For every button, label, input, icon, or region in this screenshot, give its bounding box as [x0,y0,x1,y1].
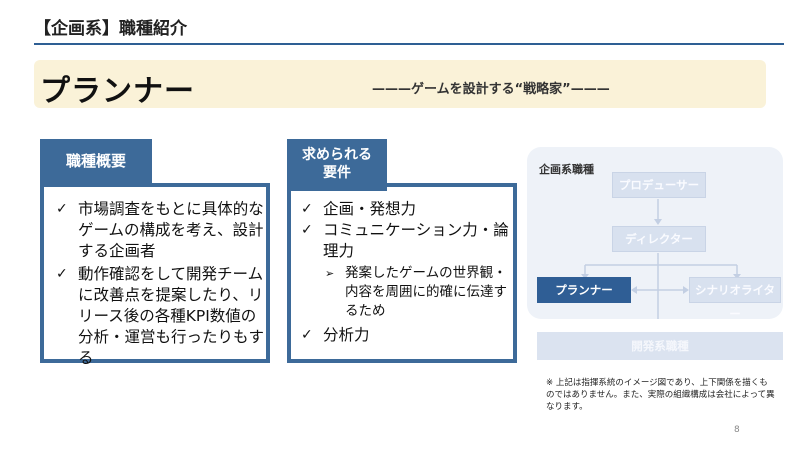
requirement-subitem-text: 発案したゲームの世界観・内容を周囲に的確に伝達するため [345,265,507,319]
overview-item-text: 市場調査をもとに具体的なゲームの構成を考え、設計する企画者 [78,200,264,260]
banner-title: プランナー [40,74,195,109]
overview-item: ✓ 市場調査をもとに具体的なゲームの構成を考え、設計する企画者 [56,199,264,262]
org-node-producer: プロデューサー [612,172,706,198]
org-node-planner: プランナー [537,277,631,303]
checkmark-icon: ✓ [56,266,68,282]
requirement-item: ✓ 分析力 [301,325,513,346]
header-divider [34,43,784,45]
requirement-item: ✓ 企画・発想力 [301,199,513,220]
requirements-card: ✓ 企画・発想力 ✓ コミュニケーション力・論理力 ➢ 発案したゲームの世界観・内容を… [287,183,517,363]
org-chart: 企画系職種 プロデューサー ディレクター プランナー シナリオライター [527,147,783,321]
requirement-item-text: コミュニケーション力・論理力 [323,221,509,260]
overview-list: ✓ 市場調査をもとに具体的なゲームの構成を考え、設計する企画者 ✓ 動作確認をして開… [56,199,264,371]
requirements-list: ✓ 企画・発想力 ✓ コミュニケーション力・論理力 ➢ 発案したゲームの世界観・内容を… [301,199,513,346]
overview-card: ✓ 市場調査をもとに具体的なゲームの構成を考え、設計する企画者 ✓ 動作確認をして開… [40,183,270,367]
overview-item: ✓ 動作確認をして開発チームに改善点を提案したり、リリース後の各種KPI数値の分析… [56,264,264,369]
title-banner: プランナー ———ゲームを設計する“戦略家”——— [34,60,766,109]
footnote: ※ 上記は指揮系統のイメージ図であり、上下関係を描くものではありません。また、実… [546,378,775,412]
requirement-item-text: 企画・発想力 [323,200,417,218]
org-node-dev: 開発系職種 [537,332,783,360]
requirements-tab: 求められる 要件 [287,139,387,191]
checkmark-icon: ✓ [301,201,313,217]
page-number: 8 [734,425,740,435]
requirement-item-text: 分析力 [323,326,370,344]
page-title: 【企画系】職種紹介 [34,19,187,39]
requirement-item: ✓ コミュニケーション力・論理力 [301,220,513,262]
arrow-right-icon: ➢ [325,267,335,280]
checkmark-icon: ✓ [301,222,313,238]
requirement-subitem: ➢ 発案したゲームの世界観・内容を周囲に的確に伝達するため [301,264,513,321]
overview-tab: 職種概要 [40,139,152,183]
org-label: 企画系職種 [539,163,594,176]
requirements-tab-line1: 求められる [302,147,372,163]
checkmark-icon: ✓ [56,201,68,217]
org-node-scenario-writer: シナリオライター [689,277,781,321]
banner-subtitle: ———ゲームを設計する“戦略家”——— [372,82,610,97]
requirements-tab-line2: 要件 [323,165,351,181]
org-node-director: ディレクター [612,226,706,252]
checkmark-icon: ✓ [301,327,313,343]
overview-item-text: 動作確認をして開発チームに改善点を提案したり、リリース後の各種KPI数値の分析・… [78,265,265,367]
